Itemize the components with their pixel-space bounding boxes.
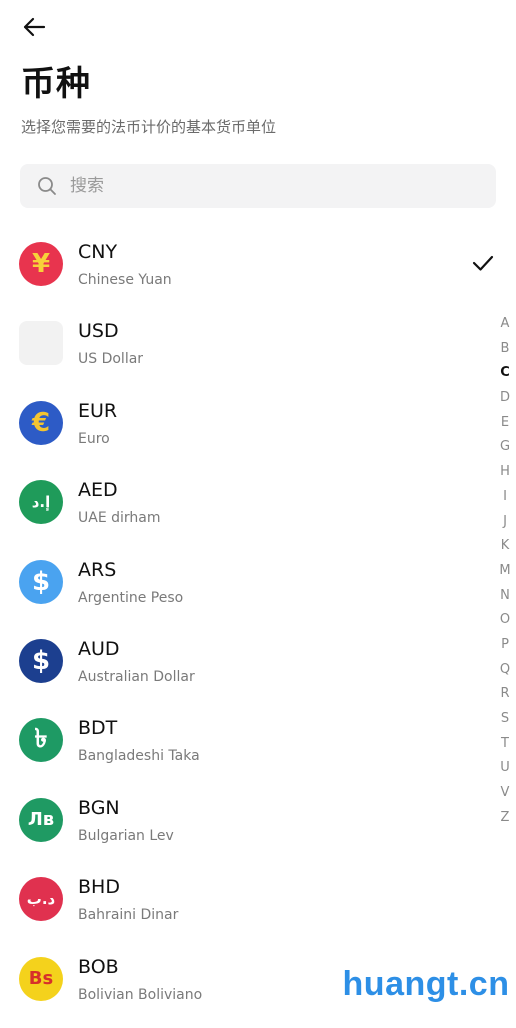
index-letter[interactable]: G <box>494 435 516 460</box>
currency-row-cny[interactable]: ¥ CNY Chinese Yuan <box>0 225 494 304</box>
currency-code: EUR <box>78 399 118 422</box>
currency-name: Bahraini Dinar <box>78 907 179 924</box>
search-icon <box>36 175 58 197</box>
watermark-text: huangt.cn <box>342 964 510 1003</box>
back-button[interactable] <box>18 12 50 42</box>
peso-icon: $ <box>19 559 63 604</box>
currency-symbol: إ.د <box>31 493 51 512</box>
index-letter[interactable]: V <box>494 781 516 806</box>
currency-code: ARS <box>78 558 117 581</box>
alphabet-index[interactable]: A B C D E G H I J K M N O P Q R S T U V … <box>494 312 516 830</box>
currency-symbol: Лв <box>27 809 55 831</box>
currency-name: Chinese Yuan <box>78 272 172 288</box>
yuan-icon: ¥ <box>19 242 63 286</box>
page-subtitle: 选择您需要的法币计价的基本货币单位 <box>21 118 277 136</box>
currency-row-aed[interactable]: إ.د AED UAE dirham <box>0 463 470 542</box>
search-input[interactable] <box>68 175 452 197</box>
currency-symbol: ৳ <box>34 724 48 755</box>
currency-symbol: $ <box>31 645 51 676</box>
index-letter[interactable]: U <box>494 756 516 781</box>
currency-row-bgn[interactable]: Лв BGN Bulgarian Lev <box>0 781 470 860</box>
currency-code: AED <box>78 479 118 502</box>
index-letter[interactable]: B <box>494 337 516 362</box>
currency-name: Australian Dollar <box>78 668 195 685</box>
currency-code: CNY <box>78 241 118 263</box>
index-letter[interactable]: A <box>494 312 516 337</box>
index-letter[interactable]: K <box>494 534 516 559</box>
watermark: huangt.cn <box>343 950 509 1018</box>
currency-name: UAE dirham <box>78 510 161 527</box>
currency-symbol: د.ب <box>26 890 56 909</box>
currency-symbol: ¥ <box>31 249 51 279</box>
currency-code: BDT <box>78 717 118 740</box>
page-title: 币种 <box>21 64 91 104</box>
currency-name: Bolivian Boliviano <box>78 986 203 1003</box>
index-letter[interactable]: J <box>494 510 516 535</box>
currency-symbol: € <box>31 407 51 438</box>
index-letter[interactable]: R <box>494 682 516 707</box>
currency-name: Bangladeshi Taka <box>78 748 200 765</box>
currency-name: Argentine Peso <box>78 589 184 606</box>
euro-icon: € <box>19 400 63 445</box>
index-letter[interactable]: T <box>494 732 516 757</box>
checkmark-icon <box>472 255 494 271</box>
search-bar[interactable] <box>20 164 496 208</box>
currency-code: AUD <box>78 637 120 660</box>
index-letter[interactable]: C <box>494 361 516 386</box>
currency-row-eur[interactable]: € EUR Euro <box>0 384 470 463</box>
currency-name: Bulgarian Lev <box>78 827 174 844</box>
index-letter[interactable]: I <box>494 485 516 510</box>
index-letter[interactable]: H <box>494 460 516 485</box>
currency-code: BGN <box>78 796 120 819</box>
index-letter[interactable]: Z <box>494 806 516 831</box>
currency-code: BHD <box>78 876 120 899</box>
dinar-icon: د.ب <box>19 877 63 922</box>
index-letter[interactable]: O <box>494 608 516 633</box>
currency-row-ars[interactable]: $ ARS Argentine Peso <box>0 543 470 622</box>
index-letter[interactable]: E <box>494 411 516 436</box>
lev-icon: Лв <box>19 797 63 842</box>
currency-code: USD <box>78 320 119 343</box>
currency-name: US Dollar <box>78 351 144 368</box>
index-letter[interactable]: S <box>494 707 516 732</box>
currency-code: BOB <box>78 955 119 978</box>
index-letter[interactable]: P <box>494 633 516 658</box>
boliviano-icon: Bs <box>19 956 63 1001</box>
currency-name: Euro <box>78 430 110 447</box>
arrow-left-icon <box>23 17 46 37</box>
currency-symbol: $ <box>31 566 51 597</box>
index-letter[interactable]: D <box>494 386 516 411</box>
index-letter[interactable]: Q <box>494 658 516 683</box>
currency-symbol: Bs <box>28 968 54 990</box>
currency-row-bdt[interactable]: ৳ BDT Bangladeshi Taka <box>0 701 470 780</box>
currency-row-usd[interactable]: USD US Dollar <box>0 304 470 383</box>
currency-row-bhd[interactable]: د.ب BHD Bahraini Dinar <box>0 860 470 939</box>
dollar-icon: $ <box>19 638 63 683</box>
dollar-flag-icon <box>19 321 63 366</box>
currency-list: ¥ CNY Chinese Yuan USD US Dollar € EUR E… <box>0 225 494 1019</box>
index-letter[interactable]: N <box>494 584 516 609</box>
currency-row-aud[interactable]: $ AUD Australian Dollar <box>0 622 470 701</box>
taka-icon: ৳ <box>19 718 63 763</box>
dirham-icon: إ.د <box>19 480 63 525</box>
index-letter[interactable]: M <box>494 559 516 584</box>
